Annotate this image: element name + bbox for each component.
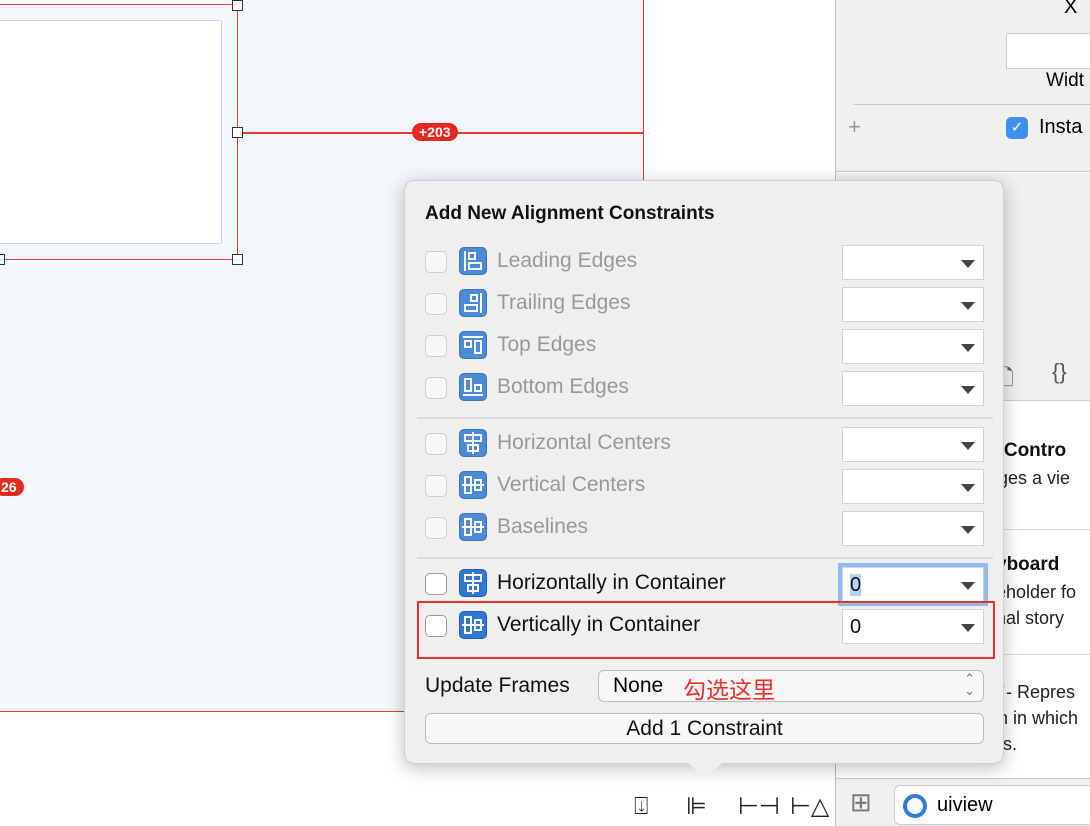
divider xyxy=(417,417,993,419)
add-variation-button[interactable]: + xyxy=(848,114,861,140)
inner-view[interactable] xyxy=(0,20,222,244)
library-filter-bar: ⊞ uiview xyxy=(836,778,1090,826)
leading-edges-label: Leading Edges xyxy=(497,249,638,272)
filter-input[interactable]: uiview xyxy=(937,794,993,817)
horizontally-in-container-constant-field[interactable]: 0 xyxy=(842,567,984,602)
filter-object-icon xyxy=(903,794,927,818)
vertical-centers-constant-field[interactable] xyxy=(842,469,984,504)
horizontally-in-container-icon xyxy=(459,569,487,597)
horizontal-centers-icon xyxy=(459,429,487,457)
row-leading-edges: Leading Edges xyxy=(425,243,985,280)
vertical-centers-icon xyxy=(459,471,487,499)
x-field[interactable] xyxy=(1006,33,1090,69)
annotation-highlight-box xyxy=(417,601,995,659)
width-label: Widt xyxy=(1046,70,1084,91)
trailing-edges-label: Trailing Edges xyxy=(497,291,631,314)
update-frames-label: Update Frames xyxy=(425,674,570,697)
trailing-edges-checkbox[interactable] xyxy=(425,293,447,315)
constraint-badge[interactable]: 26 xyxy=(0,478,24,496)
trailing-edges-constant-field[interactable] xyxy=(842,287,984,322)
leading-edges-icon xyxy=(459,247,487,275)
align-icon[interactable]: ⊫ xyxy=(686,792,707,820)
alignment-constraints-popover: Add New Alignment Constraints Leading Ed… xyxy=(404,180,1004,778)
vertical-centers-checkbox[interactable] xyxy=(425,475,447,497)
dropdown-arrow-icon[interactable] xyxy=(961,386,975,394)
size-inspector: X Widt + ✓ Insta xyxy=(836,0,1090,172)
trailing-edges-icon xyxy=(459,289,487,317)
horizontal-centers-label: Horizontal Centers xyxy=(497,431,671,454)
resolve-issues-icon[interactable]: ⊢△ xyxy=(790,792,829,820)
horizontally-in-container-checkbox[interactable] xyxy=(425,573,447,595)
horizontal-centers-checkbox[interactable] xyxy=(425,433,447,455)
dropdown-arrow-icon[interactable] xyxy=(961,344,975,352)
dropdown-arrow-icon[interactable] xyxy=(961,442,975,450)
row-trailing-edges: Trailing Edges xyxy=(425,285,985,322)
dropdown-arrow-icon[interactable] xyxy=(961,302,975,310)
update-frames-select[interactable]: None 勾选这里 ⌃ ⌄ xyxy=(598,670,984,703)
top-edges-checkbox[interactable] xyxy=(425,335,447,357)
grid-view-icon[interactable]: ⊞ xyxy=(850,787,872,818)
horizontal-centers-constant-field[interactable] xyxy=(842,427,984,462)
filter-field[interactable]: uiview xyxy=(894,785,1090,825)
popover-title: Add New Alignment Constraints xyxy=(425,203,715,224)
resize-handle[interactable] xyxy=(232,0,243,11)
vertical-centers-label: Vertical Centers xyxy=(497,473,646,496)
top-edges-label: Top Edges xyxy=(497,333,597,356)
add-constraint-button[interactable]: Add 1 Constraint xyxy=(425,713,984,744)
bottom-edges-label: Bottom Edges xyxy=(497,375,629,398)
bottom-edges-checkbox[interactable] xyxy=(425,377,447,399)
horizontally-in-container-label: Horizontally in Container xyxy=(497,571,726,594)
row-baselines: Baselines xyxy=(425,509,985,546)
divider xyxy=(853,104,1090,105)
resize-handle[interactable] xyxy=(232,254,243,265)
stepper-icon: ⌃ ⌄ xyxy=(964,671,975,698)
annotation-text: 勾选这里 xyxy=(683,677,775,703)
update-frames-icon[interactable]: ⍗ xyxy=(634,792,648,820)
bottom-edges-icon xyxy=(459,373,487,401)
dropdown-arrow-icon[interactable] xyxy=(961,526,975,534)
baselines-constant-field[interactable] xyxy=(842,511,984,546)
installed-checkbox[interactable]: ✓ xyxy=(1006,117,1028,139)
row-top-edges: Top Edges xyxy=(425,327,985,364)
resize-handle[interactable] xyxy=(232,127,243,138)
dropdown-arrow-icon[interactable] xyxy=(961,484,975,492)
horizontally-in-container-value[interactable]: 0 xyxy=(850,574,862,596)
update-frames-value: None xyxy=(613,674,664,697)
baselines-checkbox[interactable] xyxy=(425,517,447,539)
leading-edges-checkbox[interactable] xyxy=(425,251,447,273)
baselines-icon xyxy=(459,513,487,541)
row-bottom-edges: Bottom Edges xyxy=(425,369,985,406)
dropdown-arrow-icon[interactable] xyxy=(961,582,975,590)
resize-handle[interactable] xyxy=(0,254,5,265)
top-edges-constant-field[interactable] xyxy=(842,329,984,364)
dropdown-arrow-icon[interactable] xyxy=(961,260,975,268)
installed-label: Insta xyxy=(1039,116,1083,138)
row-horizontally-in-container: Horizontally in Container 0 xyxy=(425,565,985,602)
constraint-badge[interactable]: +203 xyxy=(412,123,458,141)
code-snippet-icon[interactable]: {} xyxy=(1052,359,1067,385)
x-label: X xyxy=(1064,0,1078,18)
top-edges-icon xyxy=(459,331,487,359)
leading-edges-constant-field[interactable] xyxy=(842,245,984,280)
pin-icon[interactable]: ⊢⊣ xyxy=(738,792,780,820)
bottom-edges-constant-field[interactable] xyxy=(842,371,984,406)
divider xyxy=(417,557,993,559)
row-vertical-centers: Vertical Centers xyxy=(425,467,985,504)
row-horizontal-centers: Horizontal Centers xyxy=(425,425,985,462)
baselines-label: Baselines xyxy=(497,515,589,538)
